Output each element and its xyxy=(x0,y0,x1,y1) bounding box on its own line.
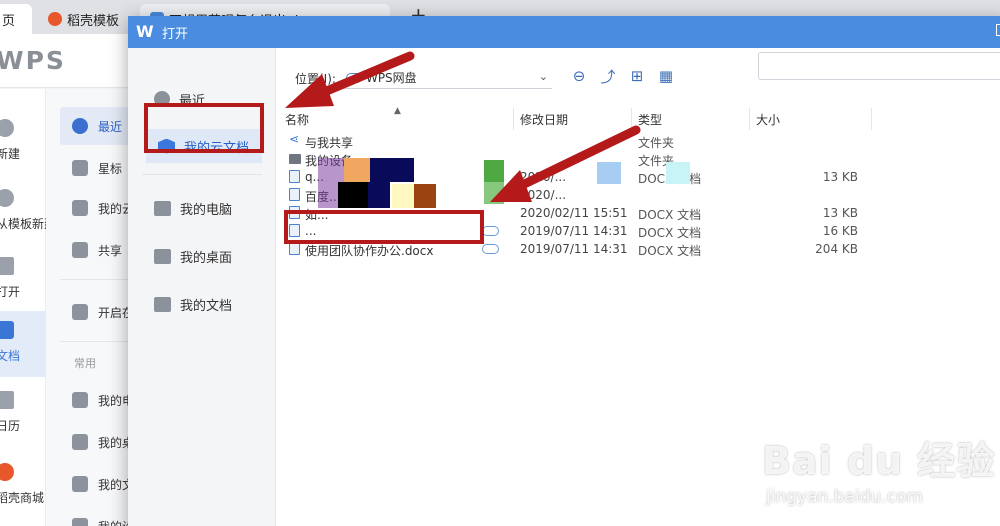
dialog-title: 打开 xyxy=(162,26,189,42)
rail-open[interactable]: 打开 xyxy=(0,247,46,313)
star-icon xyxy=(72,160,88,176)
share-icon: ⋖ xyxy=(289,132,300,146)
redaction-block xyxy=(338,182,368,208)
computer-icon xyxy=(154,200,171,216)
annotation-box-target-file xyxy=(284,210,484,244)
annotation-box-cloud-docs xyxy=(144,103,264,153)
redaction-block xyxy=(484,160,504,182)
baidu-watermark: Bai du 经验 jingyan.baidu.com xyxy=(762,439,996,507)
up-folder-button[interactable]: ⤴ xyxy=(598,66,618,86)
docer-icon xyxy=(48,12,62,26)
word-file-icon xyxy=(289,188,300,201)
column-type[interactable]: 类型 xyxy=(638,111,662,128)
cloud-icon xyxy=(345,72,362,83)
rail-new-from-template[interactable]: 从模板新建 xyxy=(0,179,56,245)
redaction-block xyxy=(484,182,504,204)
word-file-icon xyxy=(289,170,300,183)
wps-w-icon: W xyxy=(136,22,154,41)
redaction-block xyxy=(370,158,414,182)
location-dropdown[interactable]: WPS网盘 ⌄ xyxy=(341,67,552,89)
tab-docer-templates[interactable]: 稻壳模板 xyxy=(38,4,138,34)
tab-home[interactable]: 页 xyxy=(0,4,32,34)
rail-new[interactable]: 新建 xyxy=(0,109,46,175)
nav-toolbar: ⊖ ⤴ ⊞ ▦ xyxy=(569,66,685,86)
cloud-icon xyxy=(482,226,499,236)
folder-open-icon xyxy=(0,257,14,275)
column-divider xyxy=(749,108,750,130)
template-icon xyxy=(0,189,14,207)
online-doc-icon xyxy=(72,304,88,320)
back-button[interactable]: ⊖ xyxy=(569,66,589,86)
folder-icon xyxy=(154,296,171,312)
desktop-icon xyxy=(154,248,171,264)
location-row: 位置(I): WPS网盘 ⌄ xyxy=(295,66,552,90)
dialog-side-my-documents[interactable]: 我的文档 xyxy=(142,287,264,321)
column-name[interactable]: 名称 xyxy=(285,111,309,128)
maximize-button[interactable] xyxy=(996,24,1000,36)
clock-icon xyxy=(72,118,88,134)
shortcut-icon xyxy=(72,476,88,492)
column-size[interactable]: 大小 xyxy=(756,111,780,128)
file-list-header: 名称 ▲ 修改日期 类型 大小 xyxy=(285,106,872,130)
redaction-block xyxy=(597,162,621,184)
plus-icon xyxy=(0,119,14,137)
dialog-titlebar[interactable]: W 打开 xyxy=(128,16,1000,48)
left-rail: 新建 从模板新建 打开 文档 日历 稻壳商城 xyxy=(0,89,56,526)
chevron-down-icon: ⌄ xyxy=(538,70,548,83)
column-divider xyxy=(631,108,632,130)
sort-up-icon: ▲ xyxy=(394,106,401,116)
cloud-icon xyxy=(482,244,499,254)
redaction-block xyxy=(666,162,690,184)
shortcut-icon xyxy=(72,434,88,450)
left-panel: 最近 星标 我的云文档 共享 开启在线文档 常用 我的电脑 我的桌面 我的文档 … xyxy=(46,89,180,526)
column-date[interactable]: 修改日期 xyxy=(520,111,568,128)
search-input[interactable] xyxy=(758,52,1000,80)
location-label: 位置(I): xyxy=(295,71,336,86)
new-folder-button[interactable]: ⊞ xyxy=(627,66,647,86)
dialog-side-my-desktop[interactable]: 我的桌面 xyxy=(142,239,264,273)
rail-calendar[interactable]: 日历 xyxy=(0,381,46,447)
redaction-block xyxy=(392,184,414,208)
shortcut-icon xyxy=(72,392,88,408)
column-divider xyxy=(513,108,514,130)
column-divider xyxy=(871,108,872,130)
wps-logo: WPS xyxy=(0,46,66,75)
cloud-box-icon xyxy=(72,200,88,216)
sidebar-divider xyxy=(142,174,262,175)
calendar-icon xyxy=(0,391,14,409)
panel-section-heading: 常用 xyxy=(74,357,96,370)
shortcut-icon xyxy=(72,518,88,526)
device-icon xyxy=(289,154,301,164)
docer-store-icon xyxy=(0,463,14,481)
rail-documents[interactable]: 文档 xyxy=(0,311,46,377)
dialog-side-my-computer[interactable]: 我的电脑 xyxy=(142,191,264,225)
redaction-block xyxy=(368,182,390,208)
view-mode-button[interactable]: ▦ xyxy=(656,66,676,86)
redaction-block xyxy=(344,158,370,182)
redaction-block xyxy=(414,184,436,208)
rail-docer-store[interactable]: 稻壳商城 xyxy=(0,453,46,519)
file-row[interactable]: ⋖ 与我共享 文件夹 xyxy=(285,132,871,150)
users-icon xyxy=(72,242,88,258)
document-icon xyxy=(0,321,14,339)
